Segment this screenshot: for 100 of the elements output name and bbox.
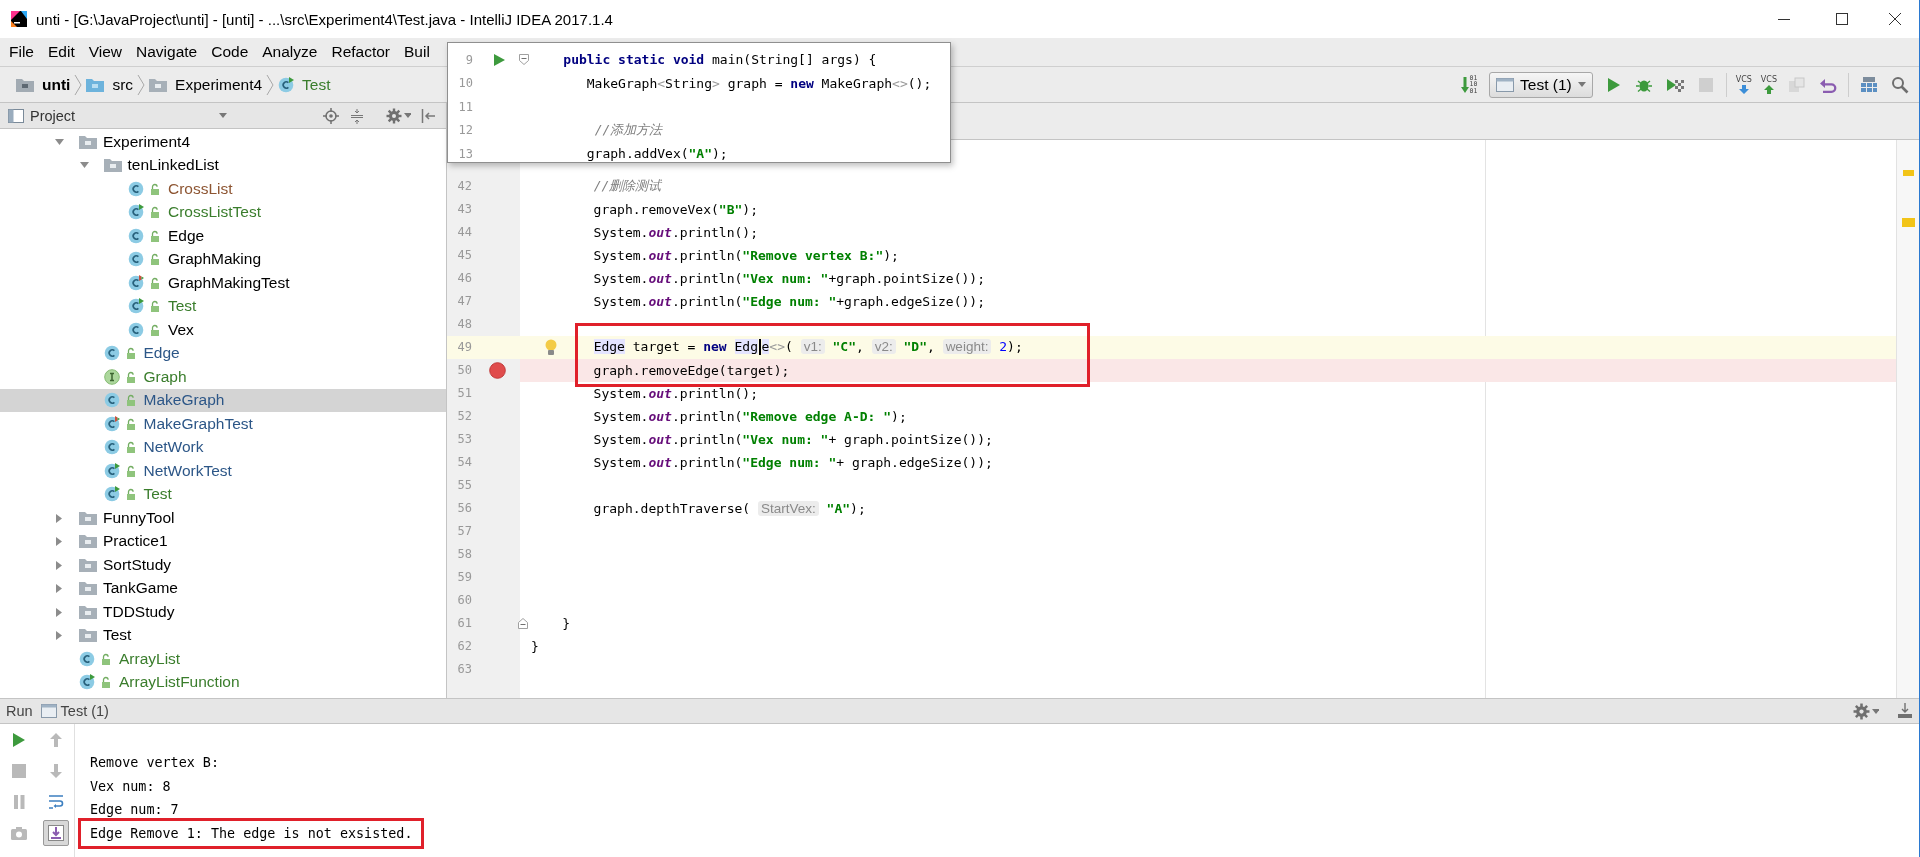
folder-icon (79, 557, 97, 572)
tree-item[interactable]: MakeGraphTest (0, 412, 446, 436)
tree-item[interactable]: Practice1 (0, 529, 446, 553)
run-configuration-dropdown[interactable]: Test (1) (1489, 71, 1593, 98)
lock-icon (150, 300, 160, 313)
menu-item[interactable]: File (2, 43, 41, 61)
line-number: 44 (457, 225, 473, 239)
fold-icon[interactable] (518, 617, 528, 629)
lock-icon (125, 370, 136, 383)
scroll-to-end-icon (47, 825, 64, 841)
tree-item[interactable]: tenLinkedList (0, 153, 446, 177)
stop-icon (1697, 76, 1714, 93)
lock-icon (125, 488, 136, 501)
tree-item[interactable]: GraphMaking (0, 247, 446, 271)
tree-item[interactable]: Vex (0, 318, 446, 342)
collapse-all-icon[interactable] (350, 107, 365, 124)
folder-icon (149, 77, 168, 92)
class-icon (103, 439, 120, 456)
window-title: unti - [G:\JavaProject\unti] - [unti] - ...\src\Experiment4\Test.java - IntelliJ IDEA 2017.1.4 (36, 10, 613, 28)
locate-icon[interactable] (323, 107, 340, 124)
line-number: 61 (457, 616, 473, 630)
caret-icon (1577, 82, 1586, 87)
menu-item[interactable]: View (81, 43, 130, 61)
folder-icon (86, 77, 105, 92)
tree-item[interactable]: ArrayList (0, 647, 446, 671)
line-number: 63 (457, 662, 473, 676)
console-line: Edge num: 7 (89, 801, 180, 819)
tree-item[interactable]: SortStudy (0, 553, 446, 577)
folder-icon (79, 134, 97, 149)
code-line: System.out.println("Vex num: "+graph.pointSize()); (592, 270, 985, 286)
lightbulb-icon[interactable] (545, 338, 557, 356)
tree-item[interactable]: TankGame (0, 576, 446, 600)
scroll-to-end-button[interactable] (42, 820, 69, 846)
line-number: 12 (458, 123, 474, 138)
breadcrumb[interactable]: src (82, 75, 138, 94)
tree-item[interactable]: NetWork (0, 435, 446, 459)
tree-item[interactable]: MakeGraph (0, 388, 446, 412)
menu-item[interactable]: Code (204, 43, 256, 61)
menu-item[interactable]: Refactor (324, 43, 398, 61)
tree-item[interactable]: Experiment4 (0, 130, 446, 154)
lock-icon (150, 253, 160, 266)
code-line: System.out.println("Edge num: "+graph.edgeSize()); (592, 293, 985, 309)
line-number: 49 (457, 340, 473, 354)
download-icon[interactable] (1897, 703, 1913, 719)
tree-item[interactable]: Test (0, 623, 446, 647)
tree-item[interactable]: Edge (0, 224, 446, 248)
menu-item[interactable]: Edit (41, 43, 82, 61)
line-number: 53 (457, 432, 473, 446)
fold-icon[interactable] (519, 54, 529, 66)
line-number: 48 (457, 317, 473, 331)
breadcrumb[interactable]: Experiment4 (145, 75, 267, 94)
tree-item[interactable]: GraphMakingTest (0, 271, 446, 295)
code-line: MakeGraph<String> graph = new MakeGraph<>(); (585, 75, 932, 91)
chevron-icon (137, 73, 146, 96)
code-line: Edge target = new Edg e<>( v1: "C", v2: "D", weight: 2); (592, 338, 1023, 356)
tree-item[interactable]: ArrayListFunction (0, 670, 446, 694)
line-number: 43 (457, 202, 473, 216)
class-icon (103, 345, 120, 362)
menu-item[interactable]: Buil (397, 43, 437, 61)
tree-item[interactable]: Test (0, 482, 446, 506)
settings-icon[interactable] (1853, 702, 1870, 720)
folder-icon (16, 77, 34, 92)
line-number: 51 (457, 386, 473, 400)
vcs-commit-button[interactable]: VCS (1760, 75, 1777, 94)
code-line: } (531, 638, 539, 654)
hide-panel-icon[interactable] (421, 107, 436, 124)
menu-item[interactable]: Analyze (255, 43, 325, 61)
tree-item[interactable]: Edge (0, 341, 446, 365)
tree-item[interactable]: TDDStudy (0, 600, 446, 624)
breakpoint-icon[interactable] (489, 361, 506, 379)
tree-item[interactable]: Graph (0, 365, 446, 389)
tree-item[interactable]: FunnyTool (0, 506, 446, 530)
line-number: 55 (457, 478, 473, 492)
line-number: 50 (457, 363, 473, 377)
test-class-icon (103, 486, 120, 503)
lock-icon (150, 206, 160, 219)
window-icon (1496, 76, 1515, 93)
soft-wrap-icon (47, 794, 64, 810)
code-line: //删除测试 (592, 177, 662, 195)
code-line: graph.addVex("A"); (585, 146, 728, 162)
breadcrumb[interactable]: unti (12, 75, 75, 94)
code-line: System.out.println("Remove edge A-D: "); (592, 408, 907, 424)
tree-item[interactable]: CrossList (0, 177, 446, 201)
tree-item[interactable]: CrossListTest (0, 200, 446, 224)
tree-item[interactable]: NetWorkTest (0, 459, 446, 483)
code-line: System.out.println(); (592, 385, 758, 401)
lock-icon (125, 347, 136, 360)
line-number: 59 (457, 570, 473, 584)
menu-item[interactable]: Navigate (129, 43, 205, 61)
settings-icon[interactable] (386, 107, 403, 124)
code-line: graph.removeVex("B"); (592, 201, 758, 217)
run-tab[interactable]: Test (1) (40, 703, 109, 719)
line-number: 54 (457, 455, 473, 469)
app-logo-icon (11, 11, 27, 27)
vcs-update-button[interactable]: VCS (1735, 75, 1752, 94)
project-view-icon (8, 107, 24, 124)
code-line: public static void main(String[] args) { (562, 52, 877, 68)
class-icon (128, 227, 144, 244)
tree-item[interactable]: Test (0, 294, 446, 318)
breadcrumb[interactable]: Test (274, 75, 335, 94)
